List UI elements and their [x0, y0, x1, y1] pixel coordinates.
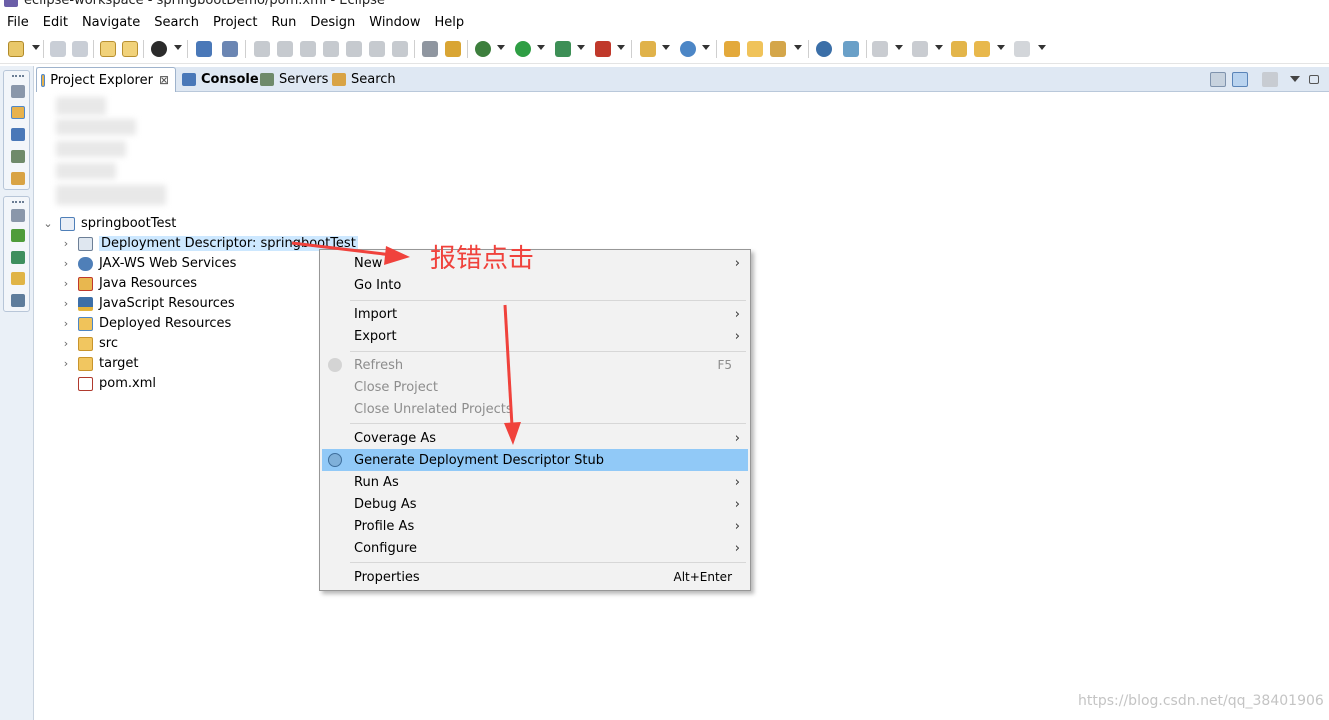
arrow-to-new	[291, 241, 410, 265]
watermark-text: https://blog.csdn.net/qq_38401906	[1078, 693, 1324, 709]
arrow-shaft	[291, 241, 393, 257]
annotation-arrows	[291, 241, 521, 445]
arrow-head	[384, 246, 410, 265]
arrow-head	[504, 422, 521, 445]
arrow-to-generate-stub	[503, 304, 521, 445]
annotation-text: 报错点击	[430, 244, 535, 274]
arrow-shaft	[503, 304, 514, 427]
